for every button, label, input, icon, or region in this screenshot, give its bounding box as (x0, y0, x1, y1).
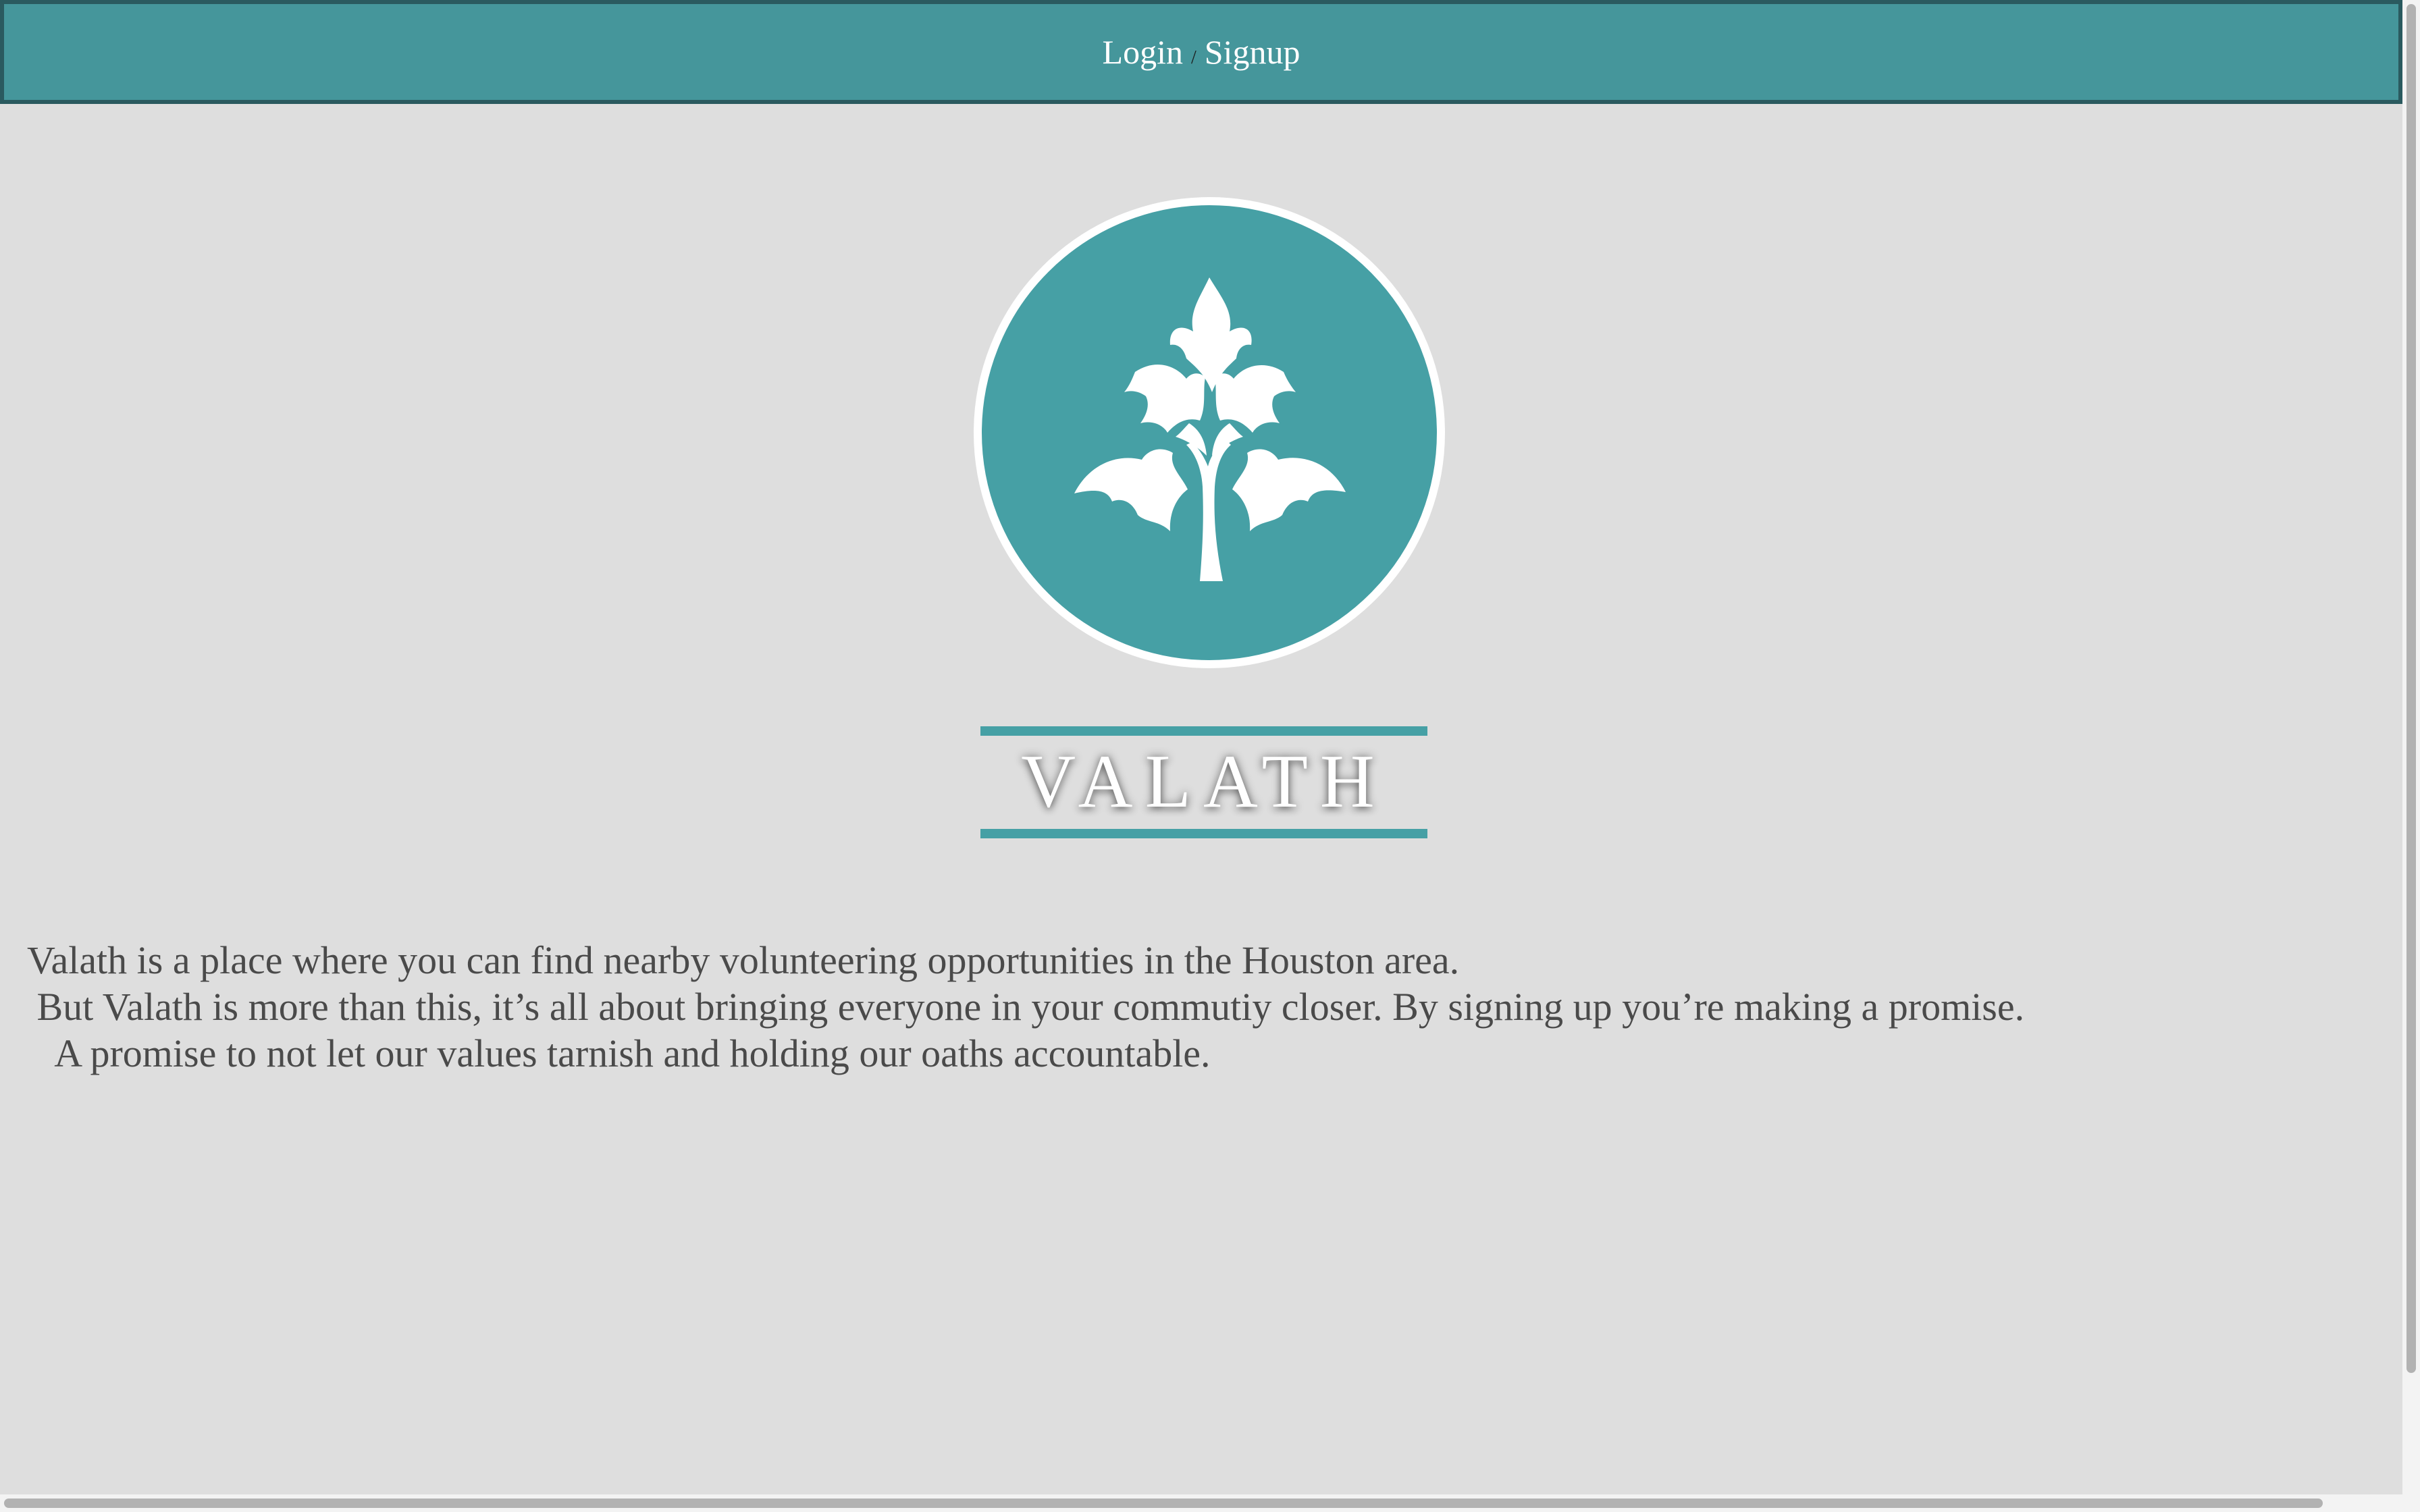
auth-links: Login / Signup (1103, 32, 1300, 72)
vertical-scrollbar[interactable] (2402, 0, 2420, 1512)
logo-emblem (974, 197, 1445, 668)
wordmark-top-rule (980, 726, 1427, 736)
tree-icon (1074, 277, 1346, 581)
landing-page: Login / Signup VALATH Valath is a place … (0, 0, 2420, 1512)
intro-line: But Valath is more than this, it’s all a… (27, 985, 2025, 1029)
horizontal-scroll-thumb[interactable] (4, 1498, 2323, 1508)
brand-wordmark: VALATH (980, 726, 1427, 840)
signup-link[interactable]: Signup (1205, 32, 1300, 72)
top-nav-bar: Login / Signup (0, 0, 2402, 104)
intro-line: A promise to not let our values tarnish … (27, 1031, 1211, 1075)
brand-name: VALATH (1021, 740, 1387, 824)
intro-line: Valath is a place where you can find nea… (27, 938, 1460, 982)
auth-separator: / (1190, 47, 1196, 68)
login-link[interactable]: Login (1103, 32, 1183, 72)
vertical-scroll-thumb[interactable] (2406, 4, 2416, 1373)
intro-text: Valath is a place where you can find nea… (27, 937, 2323, 1077)
horizontal-scrollbar[interactable] (0, 1494, 2402, 1512)
wordmark-bottom-rule (980, 829, 1427, 838)
